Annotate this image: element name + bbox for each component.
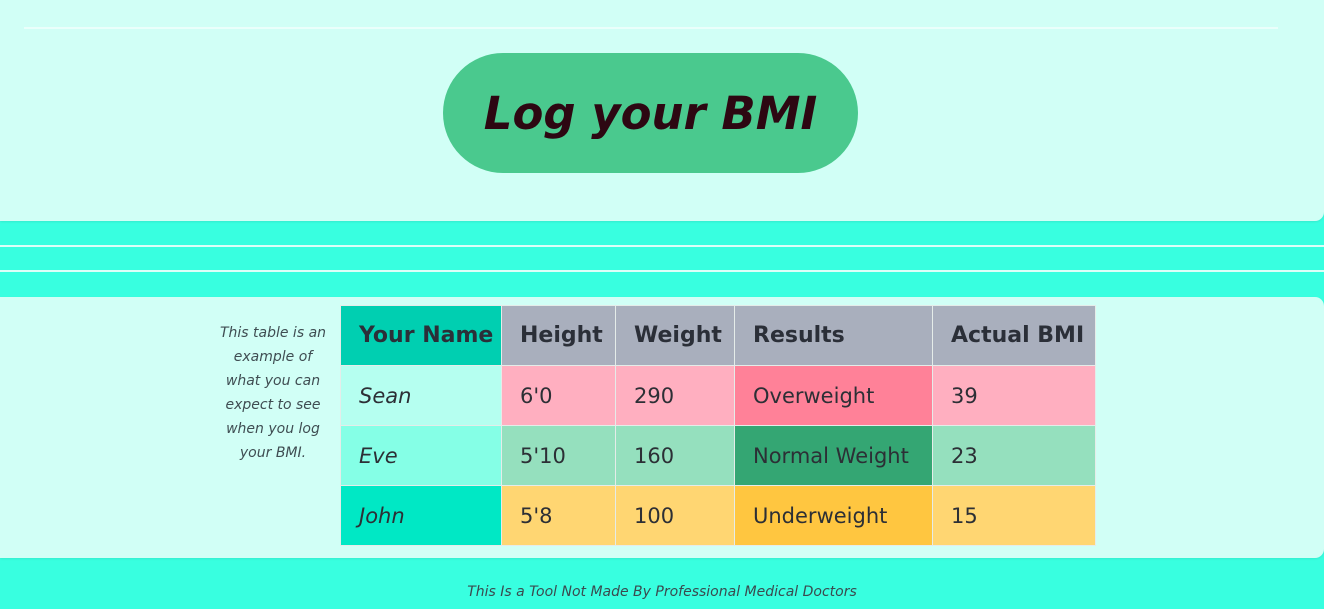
- header-actual-bmi: Actual BMI: [932, 305, 1096, 366]
- example-caption: This table is an example of what you can…: [219, 325, 327, 461]
- table-row: Sean 6'0 290 Overweight 39: [340, 365, 1096, 426]
- cell-name: Eve: [340, 425, 502, 486]
- cell-result: Overweight: [734, 365, 933, 426]
- header-height: Height: [501, 305, 616, 366]
- section-divider-1: [0, 245, 1324, 247]
- cell-bmi: 39: [932, 365, 1096, 426]
- cell-bmi: 15: [932, 485, 1096, 546]
- bmi-example-table: Your Name Height Weight Results Actual B…: [340, 305, 1096, 546]
- footer-disclaimer: This Is a Tool Not Made By Professional …: [467, 584, 857, 600]
- header-your-name: Your Name: [340, 305, 502, 366]
- log-bmi-button[interactable]: Log your BMI: [443, 53, 858, 173]
- cell-name: John: [340, 485, 502, 546]
- cell-result: Underweight: [734, 485, 933, 546]
- header-weight: Weight: [615, 305, 735, 366]
- cell-height: 5'8: [501, 485, 616, 546]
- header-panel: Log your BMI: [0, 0, 1324, 221]
- cell-result: Normal Weight: [734, 425, 933, 486]
- cell-height: 6'0: [501, 365, 616, 426]
- section-divider-2: [0, 270, 1324, 272]
- cell-weight: 160: [615, 425, 735, 486]
- example-panel: This table is an example of what you can…: [0, 297, 1324, 558]
- cell-name: Sean: [340, 365, 502, 426]
- table-row: John 5'8 100 Underweight 15: [340, 485, 1096, 546]
- header-divider: [24, 27, 1278, 29]
- cell-weight: 290: [615, 365, 735, 426]
- cell-bmi: 23: [932, 425, 1096, 486]
- cell-weight: 100: [615, 485, 735, 546]
- table-row: Eve 5'10 160 Normal Weight 23: [340, 425, 1096, 486]
- table-header-row: Your Name Height Weight Results Actual B…: [340, 305, 1096, 366]
- header-results: Results: [734, 305, 933, 366]
- cell-height: 5'10: [501, 425, 616, 486]
